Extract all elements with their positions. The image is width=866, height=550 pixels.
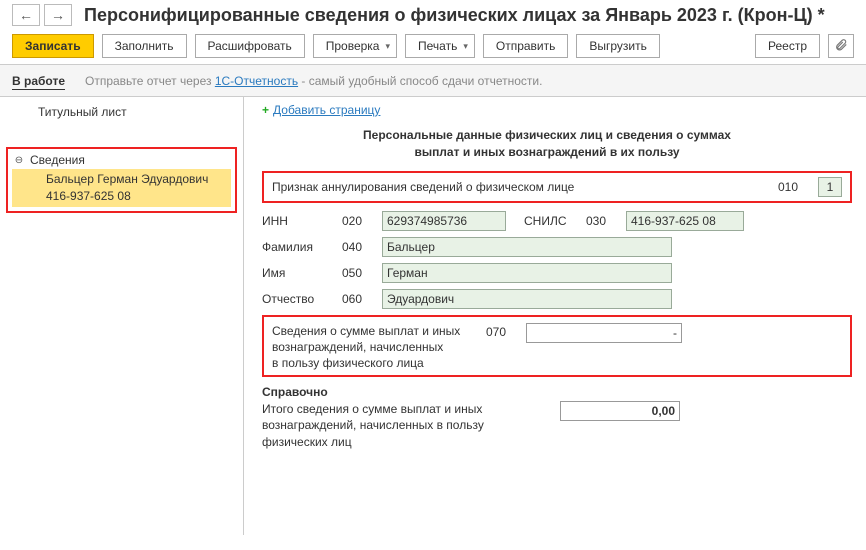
- sidebar-item-person-snils: 416-937-625 08: [46, 188, 225, 205]
- sidebar-item-person[interactable]: Бальцер Герман Эдуардович 416-937-625 08: [12, 169, 231, 207]
- collapse-icon[interactable]: ⊖: [14, 155, 24, 165]
- name-field[interactable]: Герман: [382, 263, 672, 283]
- surname-label: Фамилия: [262, 240, 334, 254]
- reference-title: Справочно: [262, 385, 852, 399]
- attachment-button[interactable]: [828, 34, 854, 58]
- status-hint: Отправьте отчет через 1С-Отчетность - са…: [85, 74, 542, 88]
- reference-total-field: 0,00: [560, 401, 680, 421]
- cancel-sign-label: Признак аннулирования сведений о физичес…: [272, 180, 778, 194]
- surname-field[interactable]: Бальцер: [382, 237, 672, 257]
- patronymic-label: Отчество: [262, 292, 334, 306]
- name-row: Имя 050 Герман: [262, 263, 852, 283]
- patronymic-code: 060: [342, 292, 374, 306]
- reference-block: Справочно Итого сведения о сумме выплат …: [262, 385, 852, 450]
- sum-field[interactable]: -: [526, 323, 682, 343]
- snils-code: 030: [586, 214, 618, 228]
- sidebar-highlight-box: ⊖ Сведения Бальцер Герман Эдуардович 416…: [6, 147, 237, 213]
- content-area: +Добавить страницу Персональные данные ф…: [244, 97, 866, 535]
- sidebar-item-title-page[interactable]: Титульный лист: [6, 101, 237, 125]
- inn-label: ИНН: [262, 214, 334, 228]
- check-dropdown[interactable]: Проверка: [313, 34, 397, 58]
- sum-row-highlight: Сведения о сумме выплат и иных вознаграж…: [262, 315, 852, 378]
- export-button[interactable]: Выгрузить: [576, 34, 660, 58]
- inn-row: ИНН 020 629374985736 СНИЛС 030 416-937-6…: [262, 211, 852, 231]
- surname-row: Фамилия 040 Бальцер: [262, 237, 852, 257]
- nav-forward-button[interactable]: →: [44, 4, 72, 26]
- cancel-sign-code: 010: [778, 180, 818, 194]
- save-button[interactable]: Записать: [12, 34, 94, 58]
- status-hint-link[interactable]: 1С-Отчетность: [215, 74, 298, 88]
- snils-field[interactable]: 416-937-625 08: [626, 211, 744, 231]
- sidebar-item-person-name: Бальцер Герман Эдуардович: [46, 171, 225, 188]
- section-title: Персональные данные физических лиц и све…: [262, 127, 832, 161]
- send-button[interactable]: Отправить: [483, 34, 569, 58]
- name-label: Имя: [262, 266, 334, 280]
- patronymic-row: Отчество 060 Эдуардович: [262, 289, 852, 309]
- sidebar-group-svedeniya[interactable]: ⊖ Сведения: [8, 151, 235, 169]
- name-code: 050: [342, 266, 374, 280]
- add-page-link[interactable]: +Добавить страницу: [262, 103, 852, 117]
- patronymic-field[interactable]: Эдуардович: [382, 289, 672, 309]
- inn-field[interactable]: 629374985736: [382, 211, 506, 231]
- plus-icon: +: [262, 103, 269, 117]
- inn-code: 020: [342, 214, 374, 228]
- status-state-link[interactable]: В работе: [12, 74, 65, 88]
- reference-label: Итого сведения о сумме выплат и иных воз…: [262, 401, 522, 450]
- cancel-sign-row: Признак аннулирования сведений о физичес…: [262, 171, 852, 203]
- decode-button[interactable]: Расшифровать: [195, 34, 305, 58]
- page-title: Персонифицированные сведения о физически…: [84, 5, 825, 26]
- snils-label: СНИЛС: [524, 214, 578, 228]
- paperclip-icon: [834, 38, 848, 55]
- fill-button[interactable]: Заполнить: [102, 34, 187, 58]
- print-dropdown[interactable]: Печать: [405, 34, 475, 58]
- registry-button[interactable]: Реестр: [755, 34, 820, 58]
- nav-back-button[interactable]: ←: [12, 4, 40, 26]
- sidebar-group-label: Сведения: [30, 153, 85, 167]
- sum-label: Сведения о сумме выплат и иных вознаграж…: [272, 323, 486, 372]
- sidebar: Титульный лист ⊖ Сведения Бальцер Герман…: [0, 97, 244, 535]
- surname-code: 040: [342, 240, 374, 254]
- sum-code: 070: [486, 323, 526, 339]
- cancel-sign-field[interactable]: 1: [818, 177, 842, 197]
